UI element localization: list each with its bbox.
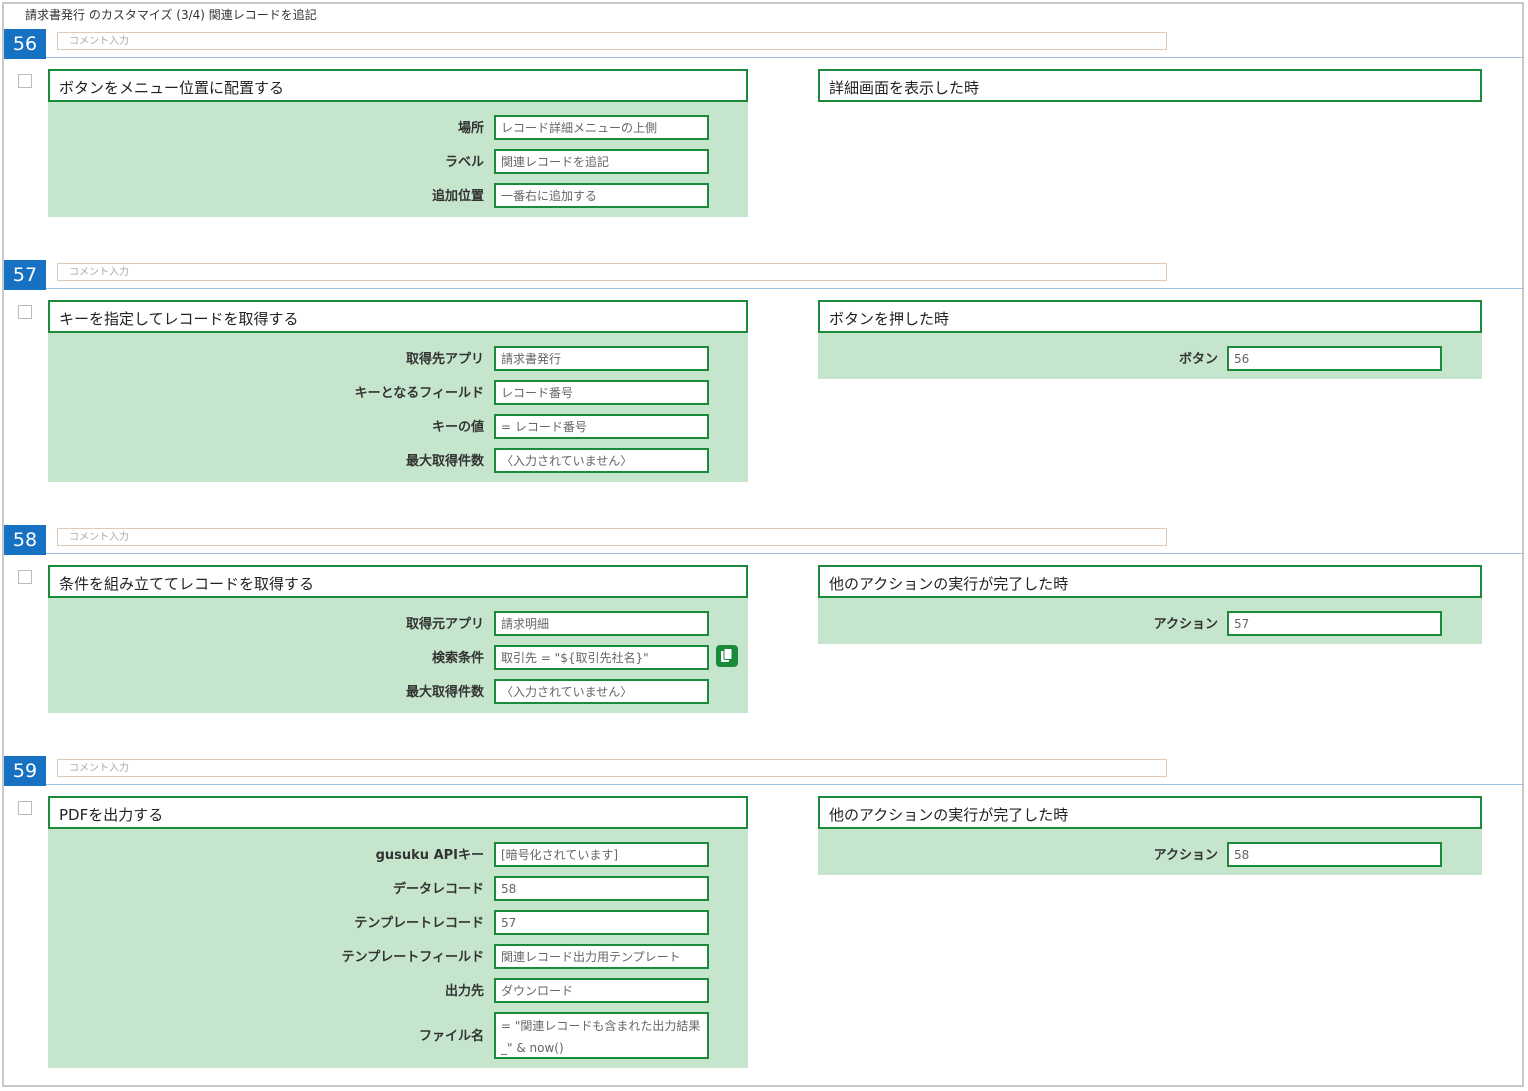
field-value[interactable]: [暗号化されています] [494, 842, 709, 867]
field-value[interactable]: 〈入力されていません〉 [494, 448, 709, 473]
field-label: アクション [1153, 617, 1218, 632]
field-value[interactable]: 関連レコード出力用テンプレート [494, 944, 709, 969]
step-number: 57 [4, 260, 46, 290]
field-label: 検索条件 [431, 651, 484, 666]
field-value[interactable]: レコード番号 [494, 380, 709, 405]
comment-input[interactable]: コメント入力 [57, 759, 1167, 777]
field-row: ボタン 56 [818, 346, 1482, 371]
trigger-panel: 他のアクションの実行が完了した時 アクション 58 [818, 796, 1482, 875]
select-checkbox[interactable] [18, 305, 32, 319]
divider [46, 784, 1524, 785]
field-value[interactable]: 58 [1227, 842, 1442, 867]
field-value[interactable]: 〈入力されていません〉 [494, 679, 709, 704]
action-title[interactable]: 条件を組み立ててレコードを取得する [48, 565, 748, 598]
field-row: 最大取得件数 〈入力されていません〉 [48, 448, 748, 473]
copy-icon[interactable] [716, 645, 738, 667]
action-title[interactable]: ボタンをメニュー位置に配置する [48, 69, 748, 102]
field-label: 最大取得件数 [405, 454, 484, 469]
field-row: 検索条件 取引先 = "${取引先社名}" [48, 645, 748, 670]
trigger-title[interactable]: 他のアクションの実行が完了した時 [818, 796, 1482, 829]
action-panel: PDFを出力する gusuku APIキー [暗号化されています] データレコー… [48, 796, 748, 1068]
step-number: 59 [4, 756, 46, 786]
field-label: テンプレートフィールド [341, 950, 484, 965]
action-title[interactable]: キーを指定してレコードを取得する [48, 300, 748, 333]
field-row: 取得元アプリ 請求明細 [48, 611, 748, 636]
comment-input[interactable]: コメント入力 [57, 528, 1167, 546]
field-value[interactable]: 請求明細 [494, 611, 709, 636]
action-panel: ボタンをメニュー位置に配置する 場所 レコード詳細メニューの上側 ラベル 関連レ… [48, 69, 748, 217]
field-row: 最大取得件数 〈入力されていません〉 [48, 679, 748, 704]
comment-input[interactable]: コメント入力 [57, 263, 1167, 281]
field-row: 追加位置 一番右に追加する [48, 183, 748, 208]
trigger-panel: 詳細画面を表示した時 [818, 69, 1482, 103]
field-label: 追加位置 [431, 189, 484, 204]
select-checkbox[interactable] [18, 801, 32, 815]
field-row: 取得先アプリ 請求書発行 [48, 346, 748, 371]
field-row: データレコード 58 [48, 876, 748, 901]
field-label: キーとなるフィールド [354, 386, 484, 401]
field-row: テンプレートレコード 57 [48, 910, 748, 935]
trigger-title[interactable]: ボタンを押した時 [818, 300, 1482, 333]
field-value[interactable]: 取引先 = "${取引先社名}" [494, 645, 709, 670]
step-number: 58 [4, 525, 46, 555]
field-row: ファイル名 = "関連レコードも含まれた出力結果_" & now() [48, 1012, 748, 1059]
field-label: 出力先 [444, 984, 484, 999]
field-row: gusuku APIキー [暗号化されています] [48, 842, 748, 867]
page-title: 請求書発行 のカスタマイズ (3/4) 関連レコードを追記 [25, 8, 317, 22]
select-checkbox[interactable] [18, 570, 32, 584]
trigger-title[interactable]: 他のアクションの実行が完了した時 [818, 565, 1482, 598]
field-label: gusuku APIキー [375, 848, 484, 863]
field-label: データレコード [392, 882, 484, 897]
field-row: キーの値 = レコード番号 [48, 414, 748, 439]
field-label: テンプレートレコード [354, 916, 484, 931]
action-panel: キーを指定してレコードを取得する 取得先アプリ 請求書発行 キーとなるフィールド… [48, 300, 748, 482]
field-row: アクション 58 [818, 842, 1482, 867]
field-value[interactable]: 58 [494, 876, 709, 901]
divider [46, 57, 1524, 58]
action-title[interactable]: PDFを出力する [48, 796, 748, 829]
field-label: ファイル名 [418, 1029, 484, 1044]
field-row: 出力先 ダウンロード [48, 978, 748, 1003]
field-row: アクション 57 [818, 611, 1482, 636]
field-label: ボタン [1178, 352, 1218, 367]
trigger-panel: 他のアクションの実行が完了した時 アクション 57 [818, 565, 1482, 644]
field-label: 最大取得件数 [405, 685, 484, 700]
field-value[interactable]: 57 [494, 910, 709, 935]
comment-input[interactable]: コメント入力 [57, 32, 1167, 50]
field-value[interactable]: レコード詳細メニューの上側 [494, 115, 709, 140]
step-number: 56 [4, 29, 46, 59]
field-value[interactable]: 56 [1227, 346, 1442, 371]
field-row: ラベル 関連レコードを追記 [48, 149, 748, 174]
divider [46, 288, 1524, 289]
field-value[interactable]: = レコード番号 [494, 414, 709, 439]
field-label: アクション [1153, 848, 1218, 863]
field-label: ラベル [444, 155, 484, 170]
field-row: 場所 レコード詳細メニューの上側 [48, 115, 748, 140]
field-value[interactable]: 57 [1227, 611, 1442, 636]
field-value[interactable]: 請求書発行 [494, 346, 709, 371]
field-value[interactable]: ダウンロード [494, 978, 709, 1003]
field-label: 取得元アプリ [405, 617, 484, 632]
field-value[interactable]: 一番右に追加する [494, 183, 709, 208]
field-value[interactable]: = "関連レコードも含まれた出力結果_" & now() [494, 1012, 709, 1059]
field-label: 場所 [457, 121, 484, 136]
field-row: キーとなるフィールド レコード番号 [48, 380, 748, 405]
trigger-panel: ボタンを押した時 ボタン 56 [818, 300, 1482, 379]
field-row: テンプレートフィールド 関連レコード出力用テンプレート [48, 944, 748, 969]
field-value[interactable]: 関連レコードを追記 [494, 149, 709, 174]
trigger-title[interactable]: 詳細画面を表示した時 [818, 69, 1482, 102]
action-panel: 条件を組み立ててレコードを取得する 取得元アプリ 請求明細 検索条件 取引先 =… [48, 565, 748, 713]
select-checkbox[interactable] [18, 74, 32, 88]
field-label: キーの値 [431, 420, 484, 435]
field-label: 取得先アプリ [405, 352, 484, 367]
divider [46, 553, 1524, 554]
